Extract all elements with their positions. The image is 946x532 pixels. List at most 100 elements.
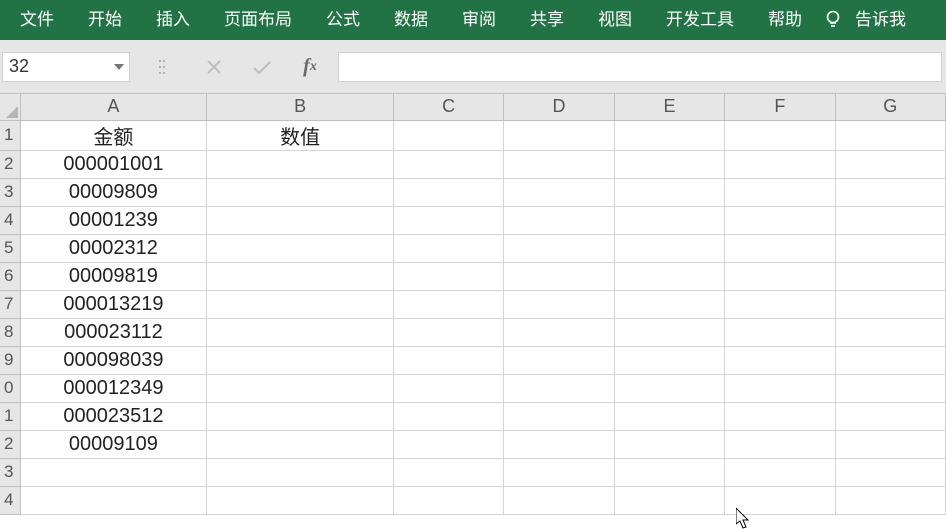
cell-F9[interactable]	[725, 346, 835, 374]
cell-G1[interactable]	[835, 120, 945, 150]
cell-F5[interactable]	[725, 234, 835, 262]
cell-C3[interactable]	[393, 178, 503, 206]
cell-B6[interactable]	[207, 262, 394, 290]
cell-B9[interactable]	[207, 346, 394, 374]
cell-G4[interactable]	[835, 206, 945, 234]
cell-B10[interactable]	[207, 374, 394, 402]
tell-me[interactable]: 告诉我	[847, 0, 923, 40]
row-header-1[interactable]: 1	[0, 120, 20, 150]
tab-3[interactable]: 页面布局	[207, 0, 309, 40]
formula-bar-resize-icon[interactable]	[152, 52, 172, 82]
cell-C9[interactable]	[393, 346, 503, 374]
name-box-dropdown-icon[interactable]	[109, 53, 129, 81]
cell-G12[interactable]	[835, 430, 945, 458]
cell-G8[interactable]	[835, 318, 945, 346]
cell-G7[interactable]	[835, 290, 945, 318]
cell-C5[interactable]	[393, 234, 503, 262]
cell-G9[interactable]	[835, 346, 945, 374]
cell-A10[interactable]: 000012349	[20, 374, 207, 402]
cell-E8[interactable]	[614, 318, 724, 346]
row-header-11[interactable]: 1	[0, 402, 20, 430]
cell-D7[interactable]	[504, 290, 614, 318]
cell-D12[interactable]	[504, 430, 614, 458]
cell-D3[interactable]	[504, 178, 614, 206]
tab-4[interactable]: 公式	[309, 0, 377, 40]
cell-D6[interactable]	[504, 262, 614, 290]
cell-E3[interactable]	[614, 178, 724, 206]
cell-D8[interactable]	[504, 318, 614, 346]
cell-F3[interactable]	[725, 178, 835, 206]
cell-B12[interactable]	[207, 430, 394, 458]
select-all-corner[interactable]	[0, 94, 20, 120]
row-header-3[interactable]: 3	[0, 178, 20, 206]
cell-F11[interactable]	[725, 402, 835, 430]
row-header-5[interactable]: 5	[0, 234, 20, 262]
cell-A11[interactable]: 000023512	[20, 402, 207, 430]
cell-A5[interactable]: 00002312	[20, 234, 207, 262]
cell-E6[interactable]	[614, 262, 724, 290]
cell-E4[interactable]	[614, 206, 724, 234]
cell-C8[interactable]	[393, 318, 503, 346]
cell-C4[interactable]	[393, 206, 503, 234]
insert-function-button[interactable]: fx	[286, 52, 334, 82]
cell-G11[interactable]	[835, 402, 945, 430]
row-header-7[interactable]: 7	[0, 290, 20, 318]
cell-B8[interactable]	[207, 318, 394, 346]
cell-E2[interactable]	[614, 150, 724, 178]
enter-formula-button[interactable]	[238, 52, 286, 82]
cell-G13[interactable]	[835, 458, 945, 486]
column-header-E[interactable]: E	[614, 94, 724, 120]
cancel-formula-button[interactable]	[190, 52, 238, 82]
cell-F6[interactable]	[725, 262, 835, 290]
tab-1[interactable]: 开始	[71, 0, 139, 40]
column-header-C[interactable]: C	[393, 94, 503, 120]
cell-G14[interactable]	[835, 486, 945, 514]
cell-D11[interactable]	[504, 402, 614, 430]
name-box[interactable]: 32	[2, 52, 130, 82]
cell-D4[interactable]	[504, 206, 614, 234]
cell-D2[interactable]	[504, 150, 614, 178]
cell-A3[interactable]: 00009809	[20, 178, 207, 206]
cell-G6[interactable]	[835, 262, 945, 290]
cell-C7[interactable]	[393, 290, 503, 318]
cell-F4[interactable]	[725, 206, 835, 234]
cell-F13[interactable]	[725, 458, 835, 486]
tab-9[interactable]: 开发工具	[649, 0, 751, 40]
cell-E9[interactable]	[614, 346, 724, 374]
cell-E14[interactable]	[614, 486, 724, 514]
cell-E5[interactable]	[614, 234, 724, 262]
cell-F10[interactable]	[725, 374, 835, 402]
formula-input[interactable]	[339, 53, 941, 81]
row-header-8[interactable]: 8	[0, 318, 20, 346]
tab-10[interactable]: 帮助	[751, 0, 819, 40]
cell-D13[interactable]	[504, 458, 614, 486]
tab-2[interactable]: 插入	[139, 0, 207, 40]
cell-D14[interactable]	[504, 486, 614, 514]
cell-A1[interactable]: 金额	[20, 120, 207, 150]
cell-E13[interactable]	[614, 458, 724, 486]
cell-B5[interactable]	[207, 234, 394, 262]
cell-E1[interactable]	[614, 120, 724, 150]
cell-B13[interactable]	[207, 458, 394, 486]
column-header-A[interactable]: A	[20, 94, 207, 120]
cell-A12[interactable]: 00009109	[20, 430, 207, 458]
cell-A9[interactable]: 000098039	[20, 346, 207, 374]
cell-D10[interactable]	[504, 374, 614, 402]
cell-A7[interactable]: 000013219	[20, 290, 207, 318]
cell-D1[interactable]	[504, 120, 614, 150]
cell-A2[interactable]: 000001001	[20, 150, 207, 178]
cell-F14[interactable]	[725, 486, 835, 514]
cell-C13[interactable]	[393, 458, 503, 486]
cell-G2[interactable]	[835, 150, 945, 178]
column-header-B[interactable]: B	[207, 94, 394, 120]
lightbulb-icon[interactable]	[819, 0, 847, 40]
cell-A14[interactable]	[20, 486, 207, 514]
tab-5[interactable]: 数据	[377, 0, 445, 40]
column-header-D[interactable]: D	[504, 94, 614, 120]
cell-E10[interactable]	[614, 374, 724, 402]
cell-G10[interactable]	[835, 374, 945, 402]
cell-B7[interactable]	[207, 290, 394, 318]
cell-B3[interactable]	[207, 178, 394, 206]
cell-B11[interactable]	[207, 402, 394, 430]
cell-C1[interactable]	[393, 120, 503, 150]
